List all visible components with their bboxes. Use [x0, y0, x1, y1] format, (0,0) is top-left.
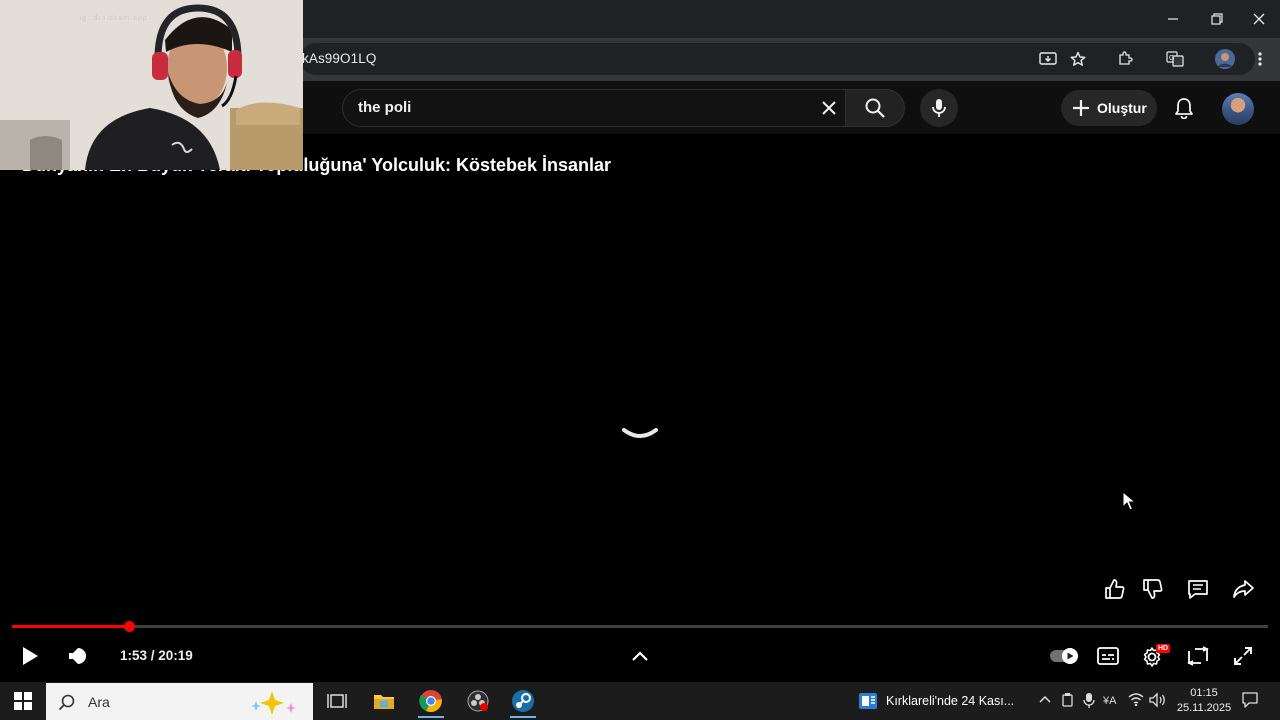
dislike-button[interactable] — [1138, 574, 1168, 604]
steam-logo-icon — [512, 690, 534, 712]
close-icon — [1253, 13, 1265, 25]
expand-up-button[interactable] — [625, 641, 655, 671]
taskbar-search-box[interactable]: Ara — [46, 683, 313, 720]
progress-played — [12, 625, 129, 628]
bell-icon — [1175, 98, 1193, 119]
bookmark-star-icon[interactable] — [1065, 46, 1091, 72]
clear-search-button[interactable] — [812, 93, 846, 123]
search-icon — [58, 694, 75, 710]
thumbs-up-icon — [1105, 579, 1125, 599]
tray-wifi-icon[interactable] — [1128, 692, 1144, 709]
progress-scrubber[interactable] — [124, 621, 135, 632]
search-button[interactable] — [845, 89, 905, 127]
settings-button[interactable]: HD — [1138, 641, 1171, 671]
extensions-icon[interactable] — [1112, 46, 1138, 72]
restore-button[interactable] — [1195, 0, 1239, 38]
translate-icon[interactable]: G — [1162, 46, 1188, 72]
speaker-icon — [1149, 692, 1165, 708]
profile-icon[interactable] — [1212, 46, 1238, 72]
create-button-label: Oluştur — [1097, 100, 1147, 116]
task-view-button[interactable] — [316, 684, 358, 718]
search-input[interactable] — [342, 89, 846, 127]
svg-text:G: G — [1169, 55, 1174, 62]
notification-icon — [1242, 692, 1258, 708]
taskbar-clock[interactable]: 01:15 25.11.2025 — [1172, 686, 1236, 716]
windows-logo-icon — [14, 692, 32, 710]
clock-date: 25.11.2025 — [1176, 702, 1232, 714]
comment-icon — [1188, 580, 1208, 599]
task-view-icon — [327, 694, 347, 708]
folder-icon — [374, 695, 394, 709]
subtitles-icon — [1097, 647, 1119, 665]
microphone-icon — [1083, 693, 1095, 708]
clock-time: 01:15 — [1190, 687, 1218, 699]
wifi-icon — [1128, 693, 1144, 707]
autoplay-toggle[interactable] — [1048, 641, 1080, 671]
fullscreen-icon — [1234, 647, 1252, 665]
obs-app[interactable] — [457, 684, 499, 718]
miniplayer-button[interactable] — [1183, 641, 1213, 671]
play-button[interactable] — [15, 641, 45, 671]
chevron-up-icon — [632, 651, 648, 661]
close-icon — [822, 101, 836, 115]
recording-app-icon — [467, 690, 489, 712]
tray-volume-icon[interactable] — [1149, 692, 1167, 711]
notifications-button[interactable] — [1166, 90, 1202, 126]
time-display: 1:53 / 20:19 — [120, 648, 193, 663]
news-icon — [859, 693, 877, 709]
tray-mic-icon[interactable] — [1083, 692, 1095, 711]
news-widget[interactable]: Kırklareli'nde 24 Kası... — [858, 692, 1014, 710]
share-icon — [1233, 580, 1254, 598]
loading-spinner-icon — [620, 420, 660, 449]
install-app-icon[interactable] — [1035, 46, 1061, 72]
address-bar-url[interactable]: kAs99O1LQ — [302, 51, 376, 66]
comments-button[interactable] — [1183, 574, 1213, 604]
mouse-cursor-icon — [1122, 490, 1137, 516]
account-avatar[interactable] — [1222, 93, 1254, 125]
subtitles-button[interactable] — [1093, 641, 1123, 671]
usb-device-icon — [1062, 693, 1073, 707]
svg-text:¥A: ¥A — [1103, 695, 1117, 707]
volume-icon — [69, 648, 86, 664]
volume-button[interactable] — [62, 641, 92, 671]
microphone-icon — [932, 99, 946, 117]
tray-device-icon[interactable] — [1061, 692, 1075, 711]
webcam-watermark: ig: droidcam.app — [80, 15, 148, 22]
progress-bar[interactable] — [12, 625, 1268, 628]
chrome-menu-icon[interactable] — [1247, 46, 1273, 72]
tray-overflow-button[interactable] — [1038, 693, 1052, 708]
thumbs-down-icon — [1143, 579, 1163, 599]
create-button[interactable]: Oluştur — [1061, 90, 1157, 126]
streamer-webcam-image — [0, 0, 303, 170]
hd-badge: HD — [1156, 644, 1171, 653]
search-query-text[interactable]: the poli — [358, 99, 411, 116]
chrome-app[interactable] — [410, 684, 452, 718]
keyboard-language-icon: ¥A — [1102, 695, 1117, 707]
notification-center-button[interactable] — [1241, 691, 1259, 712]
chrome-logo-icon — [419, 690, 442, 713]
autoplay-toggle-icon — [1050, 648, 1078, 664]
minimize-icon — [1168, 18, 1178, 20]
minimize-button[interactable] — [1151, 0, 1195, 38]
share-button[interactable] — [1228, 574, 1258, 604]
search-icon — [865, 98, 885, 118]
file-explorer-app[interactable] — [363, 684, 405, 718]
plus-icon — [1073, 100, 1089, 116]
close-button[interactable] — [1237, 0, 1280, 38]
voice-search-button[interactable] — [920, 89, 958, 127]
start-button[interactable] — [0, 684, 46, 718]
webcam-overlay: ig: droidcam.app — [0, 0, 303, 170]
steam-app[interactable] — [502, 684, 544, 718]
taskbar-search-placeholder: Ara — [88, 693, 110, 710]
fullscreen-button[interactable] — [1228, 641, 1258, 671]
news-headline: Kırklareli'nde 24 Kası... — [886, 694, 1015, 708]
copilot-sparkle-icon — [251, 691, 296, 715]
miniplayer-icon — [1187, 646, 1209, 666]
tray-language-icon[interactable]: ¥A — [1102, 692, 1121, 711]
play-icon — [23, 647, 38, 665]
chevron-up-icon — [1039, 695, 1051, 703]
like-button[interactable] — [1100, 574, 1130, 604]
video-player[interactable] — [0, 134, 1280, 682]
restore-icon — [1211, 13, 1223, 25]
